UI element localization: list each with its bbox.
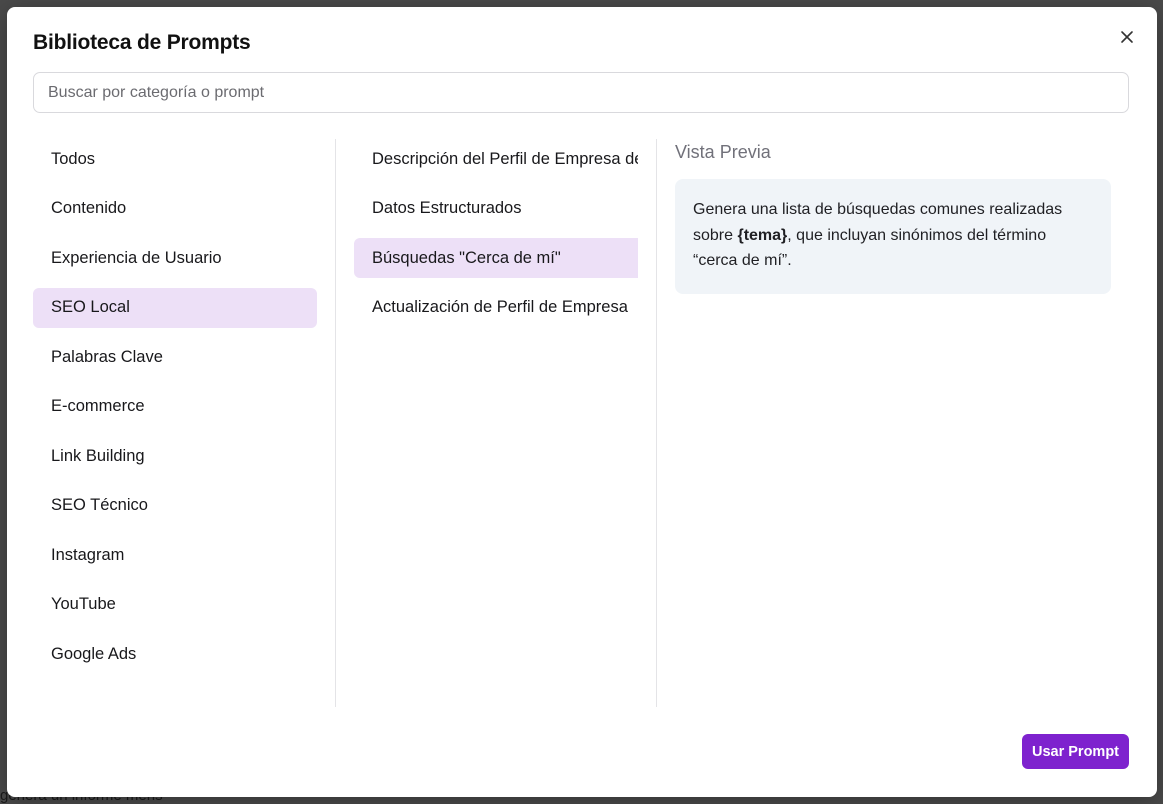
category-item[interactable]: Palabras Clave: [33, 337, 317, 377]
category-item[interactable]: Contenido: [33, 189, 317, 229]
category-item[interactable]: E-commerce: [33, 387, 317, 427]
use-prompt-button[interactable]: Usar Prompt: [1022, 734, 1129, 769]
category-item[interactable]: Todos: [33, 139, 317, 179]
prompt-item[interactable]: Datos Estructurados: [354, 189, 638, 229]
prompt-item[interactable]: Búsquedas "Cerca de mí": [354, 238, 638, 278]
category-item[interactable]: SEO Local: [33, 287, 317, 328]
close-icon: [1121, 31, 1133, 43]
category-item[interactable]: SEO Técnico: [33, 486, 317, 526]
column-divider: [656, 139, 657, 707]
preview-variable: {tema}: [737, 226, 788, 244]
preview-panel: Vista Previa Genera una lista de búsqued…: [675, 139, 1111, 294]
prompt-list: Descripción del Perfil de Empresa de Goo…: [354, 139, 638, 707]
prompt-item[interactable]: Actualización de Perfil de Empresa: [354, 288, 638, 328]
modal-title: Biblioteca de Prompts: [33, 31, 251, 54]
category-item[interactable]: Google Ads: [33, 634, 317, 674]
preview-text: Genera una lista de búsquedas comunes re…: [675, 179, 1111, 294]
preview-heading: Vista Previa: [675, 142, 771, 162]
prompt-library-modal: Biblioteca de Prompts Todos Contenido Expe…: [7, 7, 1157, 797]
category-item[interactable]: YouTube: [33, 585, 317, 625]
prompt-item[interactable]: Descripción del Perfil de Empresa de Goo…: [354, 139, 638, 179]
category-item[interactable]: Experiencia de Usuario: [33, 238, 317, 278]
close-button[interactable]: [1115, 25, 1139, 49]
search-input[interactable]: [33, 72, 1129, 113]
category-list: Todos Contenido Experiencia de Usuario SEO …: [33, 139, 317, 707]
category-item[interactable]: Link Building: [33, 436, 317, 476]
category-item[interactable]: Instagram: [33, 535, 317, 575]
column-divider: [335, 139, 336, 707]
